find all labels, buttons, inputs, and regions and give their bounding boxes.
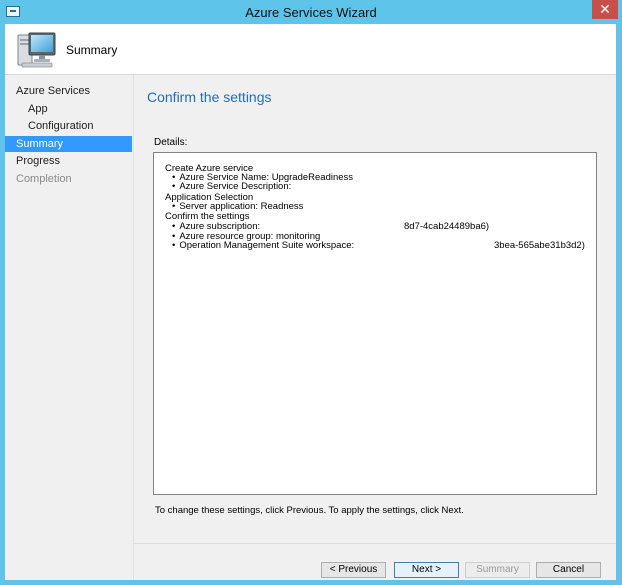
wizard-header: Summary <box>5 24 616 75</box>
cancel-button[interactable]: Cancel <box>536 562 601 578</box>
nav-item-azure-services[interactable]: Azure Services <box>5 83 132 99</box>
wizard-frame: Summary Azure Services App Configuration… <box>5 24 616 580</box>
nav-item-completion: Completion <box>16 173 72 185</box>
button-bar: < Previous Next > Summary Cancel <box>134 543 616 581</box>
header-title: Summary <box>66 43 118 57</box>
instruction-text: To change these settings, click Previous… <box>155 505 464 516</box>
details-label: Details: <box>154 137 188 148</box>
window-title: Azure Services Wizard <box>245 5 377 20</box>
wizard-window: Azure Services Wizard ✕ Summary Azure Se… <box>0 0 622 585</box>
nav-item-app[interactable]: App <box>5 101 132 117</box>
detail-oms-label: Operation Management Suite workspace: <box>172 241 354 251</box>
details-textbox[interactable]: Create Azure service Azure Service Name:… <box>153 152 597 495</box>
nav-item-progress[interactable]: Progress <box>5 153 132 169</box>
page-title: Confirm the settings <box>147 89 272 105</box>
title-bar[interactable]: Azure Services Wizard ✕ <box>0 0 622 24</box>
previous-button[interactable]: < Previous <box>321 562 386 578</box>
summary-button: Summary <box>465 562 530 578</box>
next-button[interactable]: Next > <box>394 562 459 578</box>
wizard-content: Confirm the settings Details: Create Azu… <box>134 75 616 580</box>
nav-item-configuration[interactable]: Configuration <box>5 118 132 134</box>
wizard-nav: Azure Services App Configuration Summary… <box>5 75 134 580</box>
detail-service-description: Azure Service Description: <box>172 182 291 192</box>
nav-item-summary[interactable]: Summary <box>5 136 132 152</box>
computer-monitor-icon <box>17 32 56 68</box>
detail-subscription-value: 8d7-4cab24489ba6) <box>404 221 490 232</box>
detail-oms-value: 3bea-565abe31b3d2) <box>494 240 585 251</box>
close-button[interactable]: ✕ <box>592 0 618 19</box>
